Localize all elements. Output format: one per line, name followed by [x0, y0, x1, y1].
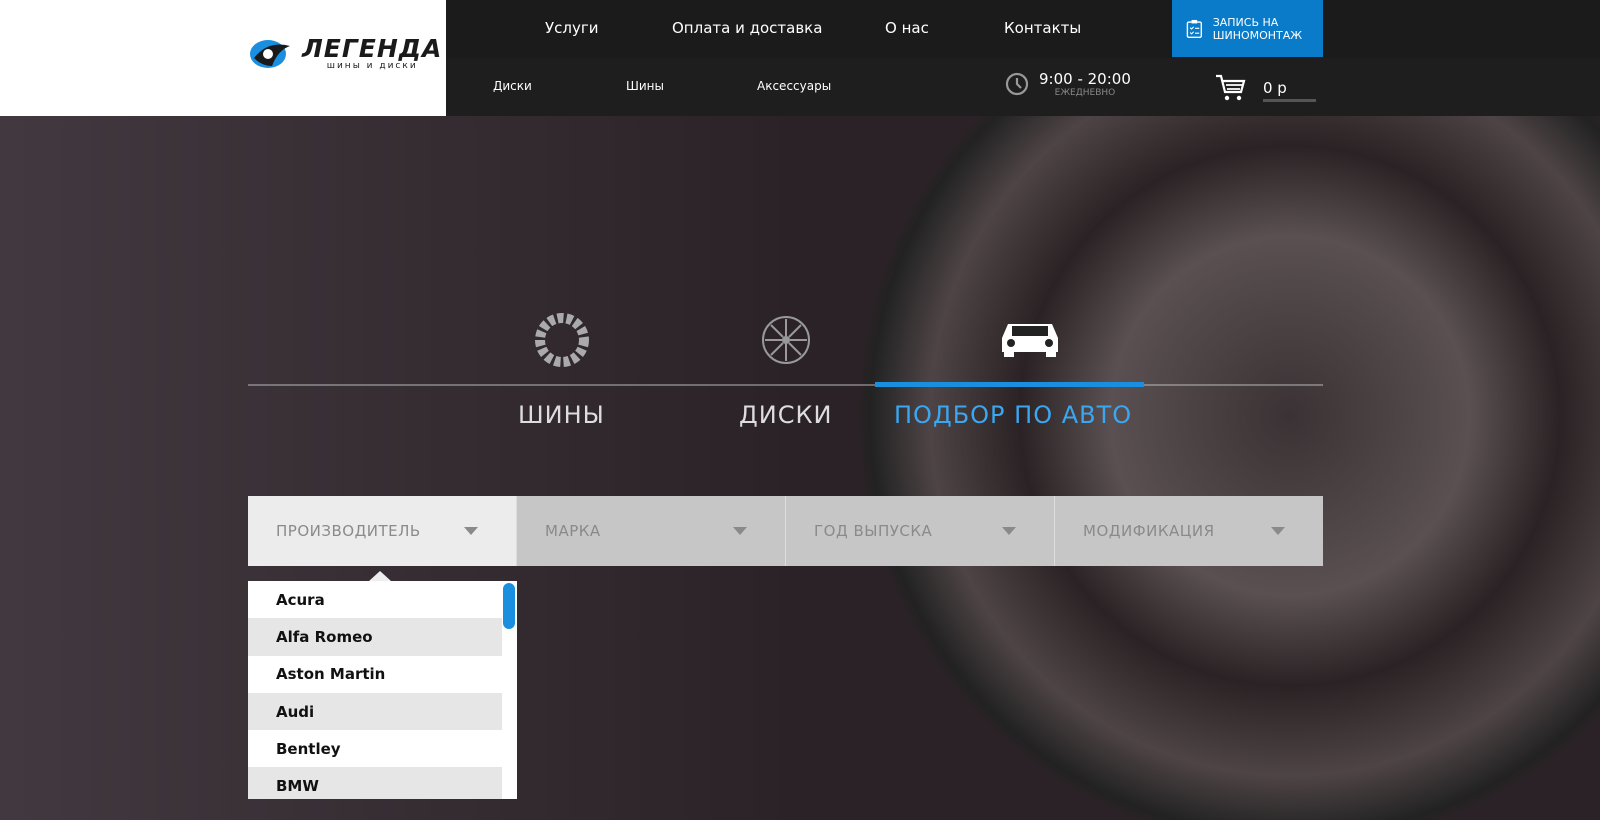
- year-select-label: ГОД ВЫПУСКА: [814, 522, 933, 540]
- logo-icon: [250, 40, 290, 68]
- chevron-down-icon: [733, 527, 747, 535]
- brand-select[interactable]: МАРКА: [516, 496, 785, 566]
- list-item[interactable]: Alfa Romeo: [248, 618, 502, 656]
- cart-total[interactable]: 0 р: [1263, 79, 1316, 102]
- nav-payment-delivery[interactable]: Оплата и доставка: [672, 19, 822, 37]
- manufacturer-select-label: ПРОИЗВОДИТЕЛЬ: [276, 522, 421, 540]
- working-hours: 9:00 - 20:00 ЕЖЕДНЕВНО: [1005, 70, 1131, 98]
- clipboard-check-icon: [1186, 19, 1203, 38]
- list-item[interactable]: Aston Martin: [248, 656, 502, 693]
- clock-icon: [1005, 72, 1029, 96]
- hero-background: [0, 116, 1600, 820]
- logo[interactable]: ЛЕГЕНДА шины и диски: [248, 36, 442, 72]
- tire-fitting-signup-button[interactable]: ЗАПИСЬ НА ШИНОМОНТАЖ: [1172, 0, 1323, 57]
- rim-icon[interactable]: [760, 314, 812, 366]
- active-tab-indicator: [875, 382, 1144, 387]
- chevron-down-icon: [1271, 527, 1285, 535]
- cart-icon[interactable]: [1215, 74, 1247, 102]
- modification-select-label: МОДИФИКАЦИЯ: [1083, 522, 1215, 540]
- nav-accessories[interactable]: Аксессуары: [757, 79, 831, 93]
- main-nav: Услуги Оплата и доставка О нас Контакты: [446, 0, 1600, 58]
- list-item[interactable]: Bentley: [248, 730, 502, 767]
- year-select[interactable]: ГОД ВЫПУСКА: [785, 496, 1054, 566]
- brand-select-label: МАРКА: [545, 522, 601, 540]
- car-icon[interactable]: [998, 316, 1062, 358]
- header: ЛЕГЕНДА шины и диски Услуги Оплата и дос…: [0, 0, 1600, 116]
- tab-rims[interactable]: ДИСКИ: [739, 401, 832, 429]
- hours-time: 9:00 - 20:00: [1039, 70, 1131, 88]
- logo-title: ЛЕГЕНДА: [302, 34, 443, 63]
- chevron-down-icon: [1002, 527, 1016, 535]
- search-tabs: ШИНЫ ДИСКИ ПОДБОР ПО АВТО: [248, 300, 1323, 440]
- modification-select[interactable]: МОДИФИКАЦИЯ: [1054, 496, 1323, 566]
- list-item[interactable]: Acura: [248, 581, 502, 618]
- tire-icon[interactable]: [534, 312, 590, 368]
- nav-about[interactable]: О нас: [885, 19, 929, 37]
- chevron-down-icon: [464, 527, 478, 535]
- tabs-divider: [248, 384, 1323, 386]
- manufacturer-dropdown: Acura Alfa Romeo Aston Martin Audi Bentl…: [248, 581, 517, 799]
- cta-label: ЗАПИСЬ НА ШИНОМОНТАЖ: [1212, 15, 1303, 42]
- tab-by-car[interactable]: ПОДБОР ПО АВТО: [894, 401, 1132, 429]
- nav-tires[interactable]: Шины: [626, 79, 664, 93]
- tab-tires[interactable]: ШИНЫ: [518, 401, 605, 429]
- nav-rims[interactable]: Диски: [493, 79, 532, 93]
- nav-contacts[interactable]: Контакты: [1004, 19, 1081, 37]
- dropdown-scrollbar[interactable]: [503, 583, 515, 629]
- list-item[interactable]: BMW: [248, 767, 502, 799]
- dropdown-pointer: [369, 571, 391, 581]
- list-item[interactable]: Audi: [248, 692, 502, 731]
- manufacturer-select[interactable]: ПРОИЗВОДИТЕЛЬ: [248, 496, 516, 566]
- nav-services[interactable]: Услуги: [545, 19, 598, 37]
- hours-note: ЕЖЕДНЕВНО: [1054, 88, 1116, 98]
- filter-bar: ПРОИЗВОДИТЕЛЬ МАРКА ГОД ВЫПУСКА МОДИФИКА…: [248, 496, 1323, 566]
- logo-area: ЛЕГЕНДА шины и диски: [0, 0, 446, 116]
